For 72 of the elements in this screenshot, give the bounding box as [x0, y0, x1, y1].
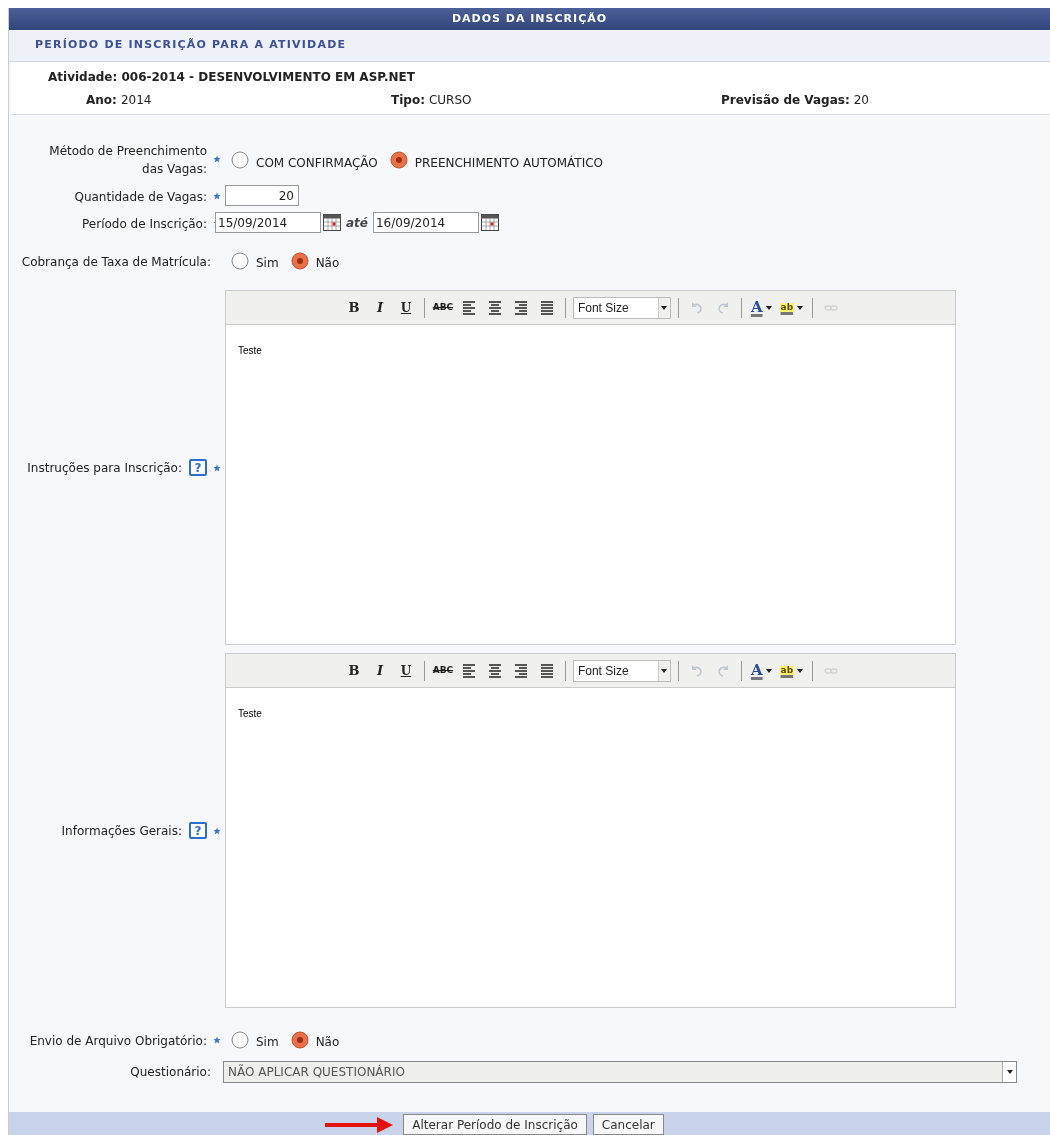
field-label: Envio de Arquivo Obrigatório: [29, 1032, 207, 1050]
activity-label: Atividade: 006-2014 - DESENVOLVIMENTO EM ASP.NET [48, 68, 415, 86]
section-title: PERÍODO DE INSCRIÇÃO PARA A ATIVIDADE [35, 37, 347, 54]
field-label: Tipo: [391, 91, 425, 109]
format-button[interactable]: U [394, 297, 417, 318]
format-button[interactable]: I [368, 660, 391, 681]
format-button[interactable]: I [368, 297, 391, 318]
field-label: Previsão de Vagas: [721, 91, 850, 109]
font-size-select[interactable]: Font Size [572, 296, 671, 319]
field-label: Quantidade de Vagas: [74, 188, 207, 206]
field-value: 2014 [120, 91, 152, 109]
format-button[interactable]: U [394, 660, 417, 681]
help-icon[interactable]: ? [189, 459, 207, 476]
radio-button[interactable] [231, 1030, 249, 1049]
caret-icon [797, 305, 804, 310]
radio-label: Sim [256, 1034, 279, 1051]
questionnaire-select[interactable]: NÃO APLICAR QUESTIONÁRIO [223, 1061, 1017, 1083]
align-right-icon[interactable] [513, 299, 528, 316]
radio-label: Não [315, 255, 340, 272]
color-picker[interactable]: A [748, 296, 774, 319]
date-separator: até [346, 214, 368, 232]
field-label: Período de Inscrição: [82, 215, 207, 233]
field-label: Ano: [86, 91, 117, 109]
caret-icon [1006, 1070, 1013, 1074]
number-field[interactable]: 20 [225, 185, 299, 206]
field-label: Instruções para Inscrição: [27, 459, 182, 477]
radio-label: PREENCHIMENTO AUTOMÁTICO [414, 154, 603, 172]
radio-label: Não [315, 1034, 340, 1051]
format-button[interactable]: ABC [431, 297, 454, 318]
radio-label: Sim [256, 255, 279, 272]
field-value: 20 [853, 91, 869, 109]
color-picker[interactable]: ab [777, 296, 806, 319]
color-picker[interactable]: A [748, 659, 774, 682]
font-size-select[interactable]: Font Size [572, 659, 671, 682]
align-center-icon[interactable] [487, 299, 502, 316]
radio-button[interactable] [290, 1030, 309, 1049]
field-label: Questionário: [130, 1064, 211, 1081]
form-button[interactable]: Cancelar [592, 1114, 664, 1135]
radio-button[interactable] [231, 151, 249, 169]
justify-icon[interactable] [539, 662, 554, 679]
date-field[interactable]: 15/09/2014 [215, 212, 321, 233]
header-bar: DADOS DA INSCRIÇÃO [9, 8, 1050, 30]
format-button[interactable]: B [342, 297, 365, 318]
help-icon[interactable]: ? [189, 822, 207, 839]
caret-icon [797, 668, 804, 673]
calendar-icon[interactable] [481, 214, 499, 231]
calendar-icon[interactable] [323, 214, 341, 231]
align-left-icon[interactable] [461, 662, 476, 679]
editor-text: Teste [238, 708, 262, 719]
caret-icon [661, 305, 668, 310]
format-button[interactable]: B [342, 660, 365, 681]
editor-text: Teste [238, 345, 262, 356]
align-right-icon[interactable] [513, 662, 528, 679]
radio-label: COM CONFIRMAÇÃO [256, 154, 378, 172]
radio-button[interactable] [290, 251, 309, 270]
justify-icon[interactable] [539, 299, 554, 316]
arrow-drawing [325, 1116, 394, 1134]
align-left-icon[interactable] [461, 299, 476, 316]
field-label: Informações Gerais: [61, 822, 182, 840]
date-field[interactable]: 16/09/2014 [373, 212, 479, 233]
field-label: Método de Preenchimento das Vagas: [48, 143, 207, 178]
caret-icon [765, 305, 772, 310]
align-center-icon[interactable] [487, 662, 502, 679]
form-button[interactable]: Alterar Período de Inscrição [403, 1114, 587, 1135]
caret-icon [661, 668, 668, 673]
format-button[interactable]: ABC [431, 660, 454, 681]
field-value: CURSO [428, 91, 472, 109]
caret-icon [765, 668, 772, 673]
radio-button[interactable] [231, 251, 249, 270]
field-label: Cobrança de Taxa de Matrícula: [21, 253, 211, 271]
radio-button[interactable] [389, 151, 408, 169]
color-picker[interactable]: ab [777, 659, 806, 682]
